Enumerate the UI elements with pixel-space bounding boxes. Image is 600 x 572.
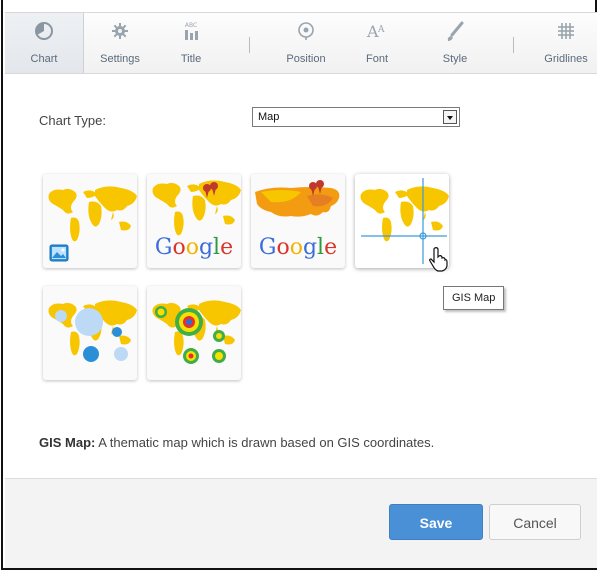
tab-position-label: Position: [286, 53, 326, 65]
bubble-map-graphic: [48, 300, 137, 362]
chart-type-select[interactable]: Map: [252, 107, 460, 127]
tab-chart[interactable]: Chart: [5, 13, 84, 73]
tab-font-label: Font: [365, 53, 388, 65]
chevron-down-icon[interactable]: [443, 110, 457, 124]
tooltip: GIS Map: [443, 286, 505, 310]
tab-position[interactable]: Position: [273, 13, 339, 73]
tab-title[interactable]: ABC Title: [163, 13, 219, 73]
tab-settings-label: Settings: [100, 53, 140, 65]
world-map-graphic: Google: [152, 180, 241, 260]
heat-map-graphic: [152, 300, 241, 364]
brush-icon: [445, 21, 465, 48]
tab-style[interactable]: Style: [429, 13, 481, 73]
chart-settings-panel: Chart Type: Map Google Google GIS Map GI…: [5, 74, 597, 478]
tab-gridlines-label: Gridlines: [544, 53, 588, 65]
position-icon: [296, 21, 316, 46]
toolbar-separator: [513, 37, 514, 53]
us-map-graphic: Google: [255, 180, 340, 260]
tab-title-label: Title: [180, 53, 202, 65]
font-icon: A A: [366, 21, 388, 46]
tab-chart-label: Chart: [30, 53, 58, 65]
tab-style-label: Style: [442, 53, 468, 65]
tab-settings[interactable]: Settings: [87, 13, 153, 73]
image-icon: [49, 244, 69, 262]
chart-properties-dialog: Chart Settings ABC Title Position A A Fo…: [1, 0, 597, 570]
hand-cursor-icon: [429, 247, 448, 272]
gear-icon: [110, 21, 130, 46]
chart-type-selected-value: Map: [258, 111, 280, 123]
google-us-map-thumbnail[interactable]: Google: [251, 174, 345, 268]
image-map-thumbnail[interactable]: [43, 174, 137, 268]
heat-map-thumbnail[interactable]: [147, 286, 241, 380]
cancel-button[interactable]: Cancel: [489, 504, 581, 540]
chart-type-description: GIS Map: A thematic map which is drawn b…: [39, 435, 434, 450]
toolbar-separator: [249, 37, 250, 53]
gridlines-icon: [556, 21, 576, 46]
bubble-map-thumbnail[interactable]: [43, 286, 137, 380]
dialog-footer: Save Cancel: [5, 478, 597, 568]
tab-gridlines[interactable]: Gridlines: [535, 13, 597, 73]
google-logo: Google: [155, 235, 233, 260]
toolbar: Chart Settings ABC Title Position A A Fo…: [5, 12, 597, 74]
title-icon: ABC: [181, 21, 201, 48]
svg-text:ABC: ABC: [185, 22, 197, 29]
chart-icon: [34, 21, 54, 46]
google-world-map-thumbnail[interactable]: Google: [147, 174, 241, 268]
tab-font[interactable]: A A Font: [357, 13, 397, 73]
svg-text:A: A: [377, 25, 385, 35]
google-logo: Google: [259, 235, 337, 260]
description-title: GIS Map:: [39, 435, 96, 450]
save-button[interactable]: Save: [389, 504, 483, 540]
description-text: A thematic map which is drawn based on G…: [95, 435, 435, 450]
chart-type-label: Chart Type:: [39, 113, 106, 128]
